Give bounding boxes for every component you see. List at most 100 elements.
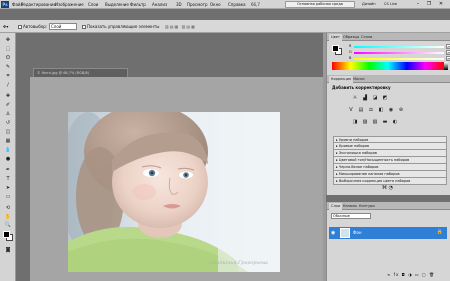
vibrance-icon[interactable]: V xyxy=(347,107,355,114)
adjustments-panel: Коррекция Маски Добавить корректировку ☼… xyxy=(326,75,450,195)
brightness-icon[interactable]: ☼ xyxy=(351,95,359,102)
channel-mixer-icon[interactable]: ⊛ xyxy=(397,107,405,114)
close-icon[interactable]: ✕ xyxy=(437,1,445,8)
adjustments-panel-tabs: Коррекция Маски xyxy=(327,75,450,83)
gradient-map-icon[interactable]: ▬ xyxy=(381,119,389,126)
crop-tool-icon[interactable]: ⌗ xyxy=(3,73,13,80)
hand-tool-icon[interactable]: ✋ xyxy=(3,214,13,221)
tab-styles[interactable]: Стили xyxy=(359,34,374,41)
posterize-icon[interactable]: ▨ xyxy=(361,119,369,126)
show-transform-checkbox[interactable]: Показать управляющие элементы xyxy=(82,23,159,30)
green-value[interactable]: 255 xyxy=(446,50,450,55)
menu-layers[interactable]: Слои xyxy=(88,1,98,8)
threshold-icon[interactable]: ▧ xyxy=(371,119,379,126)
gradient-tool-icon[interactable]: ▦ xyxy=(3,138,13,145)
design-workspace-link[interactable]: Дизайн xyxy=(362,1,376,8)
clip-to-layer-icon[interactable]: ⌘ ◔ xyxy=(382,185,393,191)
red-slider[interactable] xyxy=(354,46,444,48)
blue-label: B xyxy=(349,56,352,60)
menu-analysis[interactable]: Анализ xyxy=(152,1,167,8)
autoselect-target-select[interactable]: Слой xyxy=(49,23,77,30)
hue-saturation-icon[interactable]: ▤ xyxy=(357,107,365,114)
cs-live-button[interactable]: CS Live xyxy=(384,1,397,8)
layers-panel: Слои Каналы Контуры Обычные ◉ Фон 🔒 ∞ fx… xyxy=(326,202,450,281)
preset-item[interactable]: ▸ Цветовой тон/Насыщенность наборов xyxy=(333,157,447,164)
menu-window[interactable]: Окно xyxy=(210,1,221,8)
quick-select-tool-icon[interactable]: ✎ xyxy=(3,64,13,71)
tab-masks[interactable]: Маски xyxy=(351,76,366,83)
menu-bar: Ps Файл Редактирование Изображение Слои … xyxy=(0,0,450,9)
invert-icon[interactable]: ◨ xyxy=(351,119,359,126)
layer-name: Фон xyxy=(353,230,362,235)
black-white-ramp[interactable] xyxy=(444,62,448,70)
menu-help[interactable]: Справка xyxy=(228,1,246,8)
layer-row[interactable]: ◉ Фон 🔒 xyxy=(329,227,447,239)
curves-icon[interactable]: ◪ xyxy=(371,95,379,102)
move-tool-icon[interactable]: ✥ xyxy=(3,37,13,44)
levels-icon[interactable]: ▟ xyxy=(361,95,369,102)
preset-item[interactable]: ▸ Уровни наборов xyxy=(333,136,447,143)
preset-item[interactable]: ▸ Микширование каналов наборов xyxy=(333,171,447,178)
autoselect-label: Автовыбор: xyxy=(23,24,48,29)
preset-item[interactable]: ▸ Черно-белое наборов xyxy=(333,164,447,171)
preset-item[interactable]: ▸ Экспозиция наборов xyxy=(333,150,447,157)
pen-tool-icon[interactable]: ✒ xyxy=(3,167,13,174)
layer-actions-icons[interactable]: ∞ fx ◘ ◑ ▭ ▢ 🗑 xyxy=(387,272,435,277)
clone-stamp-tool-icon[interactable]: ♙ xyxy=(3,111,13,118)
quick-mask-icon[interactable]: ◙ xyxy=(3,247,13,254)
photo-filter-icon[interactable]: ◉ xyxy=(387,107,395,114)
shape-tool-icon[interactable]: ▭ xyxy=(3,194,13,201)
application-bar-gap xyxy=(0,9,450,20)
healing-brush-tool-icon[interactable]: ✚ xyxy=(3,93,13,100)
workspace-button[interactable]: Основная рабочая среда xyxy=(285,1,355,8)
minimize-icon[interactable]: – xyxy=(414,1,422,8)
preset-item[interactable]: ▸ Выборочная коррекция цвета наборов xyxy=(333,178,447,185)
foreground-color-chip[interactable] xyxy=(332,45,339,52)
color-balance-icon[interactable]: ⚖ xyxy=(367,107,375,114)
3d-rotate-tool-icon[interactable]: ⟲ xyxy=(3,205,13,212)
zoom-level[interactable]: 66,7 xyxy=(251,1,260,8)
foreground-color-swatch[interactable] xyxy=(3,231,10,238)
layer-thumbnail xyxy=(340,228,350,238)
history-brush-tool-icon[interactable]: ↺ xyxy=(3,120,13,127)
eye-icon[interactable]: ◉ xyxy=(331,230,335,236)
eraser-tool-icon[interactable]: ◫ xyxy=(3,129,13,136)
tab-adjustments[interactable]: Коррекция xyxy=(329,76,354,83)
options-bar: ✥▾ Автовыбор: Слой Показать управляющие … xyxy=(0,20,450,33)
menu-image[interactable]: Изображение xyxy=(55,1,84,8)
marquee-tool-icon[interactable]: ⬚ xyxy=(3,46,13,53)
move-tool-preset-icon[interactable]: ✥▾ xyxy=(3,23,8,30)
photoshop-logo: Ps xyxy=(1,1,9,8)
align-icons[interactable]: ▥▤▦ ▥▤▦ xyxy=(165,23,196,30)
document-tab[interactable]: © Фото.jpg @ 66,7% (RGB/8) xyxy=(33,68,128,77)
blue-value[interactable]: 255 xyxy=(446,56,450,61)
path-select-tool-icon[interactable]: ➤ xyxy=(3,185,13,192)
blur-tool-icon[interactable]: 💧 xyxy=(3,147,13,154)
green-slider[interactable] xyxy=(354,52,444,54)
menu-filter[interactable]: Фильтр xyxy=(130,1,146,8)
selective-color-icon[interactable]: ◐ xyxy=(391,119,399,126)
autoselect-checkbox[interactable]: Автовыбор: xyxy=(18,23,47,30)
document-photo[interactable]: ~Наталья Григорьева xyxy=(68,112,280,272)
red-value[interactable]: 255 xyxy=(446,44,450,49)
exposure-icon[interactable]: ◩ xyxy=(381,95,389,102)
zoom-tool-icon[interactable]: 🔍 xyxy=(3,222,13,229)
menu-select[interactable]: Выделение xyxy=(105,1,129,8)
color-panel: Цвет Образцы Стили R 255 G 255 B 255 xyxy=(326,33,450,75)
adjustment-presets-list: ▸ Уровни наборов ▸ Кривые наборов ▸ Эксп… xyxy=(333,136,447,185)
tab-paths[interactable]: Контуры xyxy=(357,203,377,210)
brush-tool-icon[interactable]: ✐ xyxy=(3,102,13,109)
menu-view[interactable]: Просмотр xyxy=(187,1,208,8)
blue-slider[interactable] xyxy=(354,58,444,60)
preset-item[interactable]: ▸ Кривые наборов xyxy=(333,143,447,150)
menu-3d[interactable]: 3D xyxy=(176,1,182,8)
lasso-tool-icon[interactable]: ʘ xyxy=(3,55,13,62)
black-white-icon[interactable]: ◧ xyxy=(377,107,385,114)
color-spectrum[interactable] xyxy=(332,62,444,70)
restore-icon[interactable]: ❐ xyxy=(425,1,433,8)
eyedropper-tool-icon[interactable]: ∕ xyxy=(3,82,13,89)
type-tool-icon[interactable]: T xyxy=(3,176,13,183)
blend-mode-select[interactable]: Обычные xyxy=(331,213,371,219)
dodge-tool-icon[interactable]: ● xyxy=(3,156,13,163)
menu-edit[interactable]: Редактирование xyxy=(21,1,56,8)
